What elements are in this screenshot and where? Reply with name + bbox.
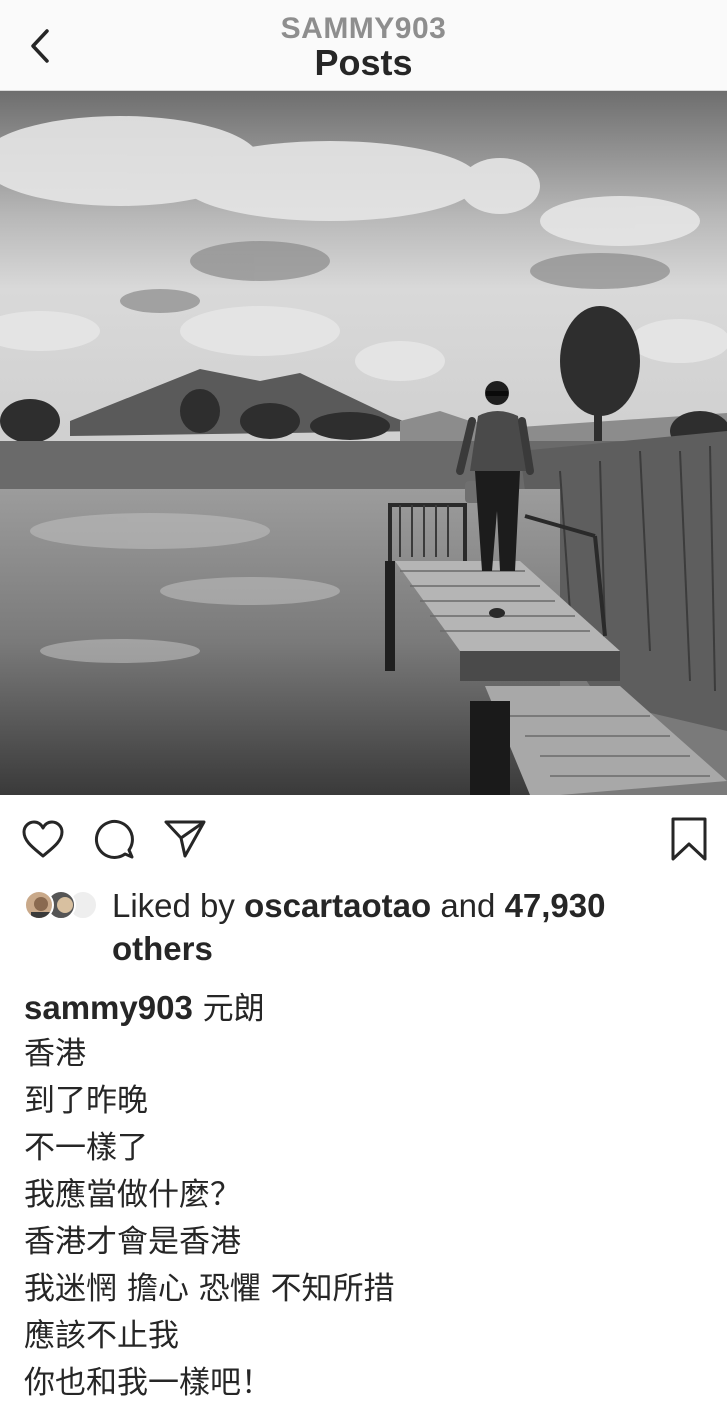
caption-line: 我應當做什麼？ xyxy=(24,1177,241,1213)
post-action-bar xyxy=(0,806,727,872)
caption-username-link[interactable]: sammy903 xyxy=(24,989,193,1026)
post-caption: sammy903 元朗 香港 到了昨晚 不一樣了 我應當做什麼？ 香港才會是香港… xyxy=(24,984,704,1407)
likes-count[interactable]: 47,930 xyxy=(505,887,606,924)
caption-line: 到了昨晚 xyxy=(24,1083,148,1119)
caption-first-line: sammy903 元朗 xyxy=(24,984,704,1031)
share-button[interactable] xyxy=(160,814,210,864)
header-username: SAMMY903 xyxy=(280,12,447,45)
heart-icon xyxy=(22,820,64,858)
caption-line: 香港 xyxy=(24,1036,86,1072)
caption-line: 應該不止我 xyxy=(24,1318,179,1354)
paper-plane-icon xyxy=(164,820,206,858)
post-photo[interactable] xyxy=(0,91,727,795)
bookmark-icon xyxy=(671,817,707,861)
caption-line: 我迷惘 擔心 恐懼 不知所措 xyxy=(24,1271,395,1307)
page-title: Posts xyxy=(314,42,413,83)
save-button[interactable] xyxy=(664,814,714,864)
top-nav-bar: SAMMY903 Posts xyxy=(0,0,727,91)
comment-button[interactable] xyxy=(89,814,139,864)
caption-text: 元朗 xyxy=(202,991,265,1027)
like-button[interactable] xyxy=(18,814,68,864)
caption-line: 不一樣了 xyxy=(24,1130,148,1166)
avatar[interactable] xyxy=(24,890,54,920)
liked-by-user-link[interactable]: oscartaotao xyxy=(244,887,431,924)
likes-others[interactable]: others xyxy=(112,930,213,967)
caption-line: 香港才會是香港 xyxy=(24,1224,241,1260)
likes-prefix: Liked by xyxy=(112,887,235,924)
likes-section: Liked by oscartaotao and 47,930 others xyxy=(0,884,727,974)
likes-text: Liked by oscartaotao and 47,930 others xyxy=(112,884,672,970)
likes-and: and xyxy=(440,887,496,924)
comment-icon xyxy=(94,819,134,859)
caption-line: 你也和我一樣吧！ xyxy=(24,1365,272,1401)
